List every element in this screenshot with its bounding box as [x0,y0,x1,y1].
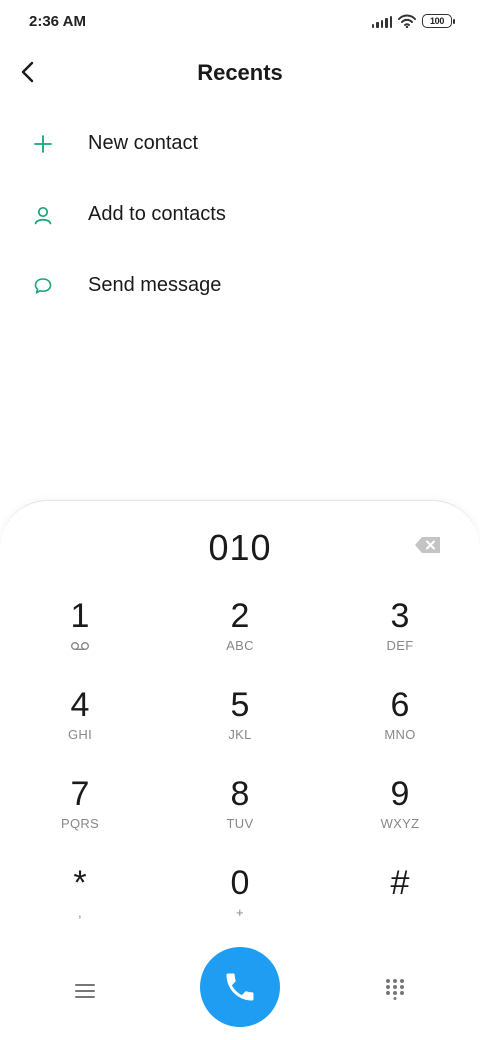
key-1[interactable]: 1 [20,597,140,677]
person-icon [32,204,54,226]
key-digit: # [390,864,410,902]
key-digit: * [73,864,87,902]
key-6[interactable]: 6 MNO [340,686,460,766]
key-hash[interactable]: # [340,864,460,944]
key-letters: JKL [228,727,252,742]
key-5[interactable]: 5 JKL [180,686,300,766]
signal-icon [371,15,392,28]
key-star[interactable]: * , [20,864,140,944]
key-letters: MNO [384,727,416,742]
key-digit: 0 [230,864,250,902]
action-label: Add to contacts [88,203,226,225]
add-to-contacts-action[interactable]: Add to contacts [0,179,480,250]
key-letters: + [236,905,244,920]
dialpad-icon [386,979,404,1000]
status-time: 2:36 AM [29,13,86,30]
key-3[interactable]: 3 DEF [340,597,460,677]
key-digit: 7 [70,775,90,813]
key-digit: 5 [230,686,250,724]
action-label: New contact [88,132,199,154]
key-digit: 1 [70,597,90,635]
key-letters: PQRS [60,816,100,831]
key-digit: 4 [70,686,90,724]
battery-level: 100 [429,16,445,26]
phone-icon [226,973,254,1001]
key-0[interactable]: 0 + [180,864,300,944]
key-letters: WXYZ [380,816,420,831]
key-letters: , [78,905,82,920]
key-2[interactable]: 2 ABC [180,597,300,677]
dialer-bottom-bar [0,946,480,1036]
key-4[interactable]: 4 GHI [20,686,140,766]
call-button[interactable] [200,947,280,1027]
page-title: Recents [197,60,283,85]
key-digit: 9 [390,775,410,813]
send-message-action[interactable]: Send message [0,250,480,321]
plus-icon [32,133,54,155]
status-bar: 2:36 AM 100 [0,0,480,44]
backspace-button[interactable] [414,535,442,555]
key-9[interactable]: 9 WXYZ [340,775,460,855]
key-8[interactable]: 8 TUV [180,775,300,855]
status-icons: 100 [371,13,455,29]
action-label: Send message [88,274,222,296]
voicemail-icon [71,642,89,650]
message-icon [32,275,54,297]
menu-button[interactable] [70,976,100,1006]
key-digit: 6 [390,686,410,724]
key-digit: 8 [230,775,250,813]
new-contact-action[interactable]: New contact [0,108,480,179]
battery-icon: 100 [422,14,455,28]
keypad-toggle-button[interactable] [380,974,410,1004]
key-letters: GHI [67,727,92,742]
key-letters: DEF [386,638,414,653]
backspace-icon [415,537,440,553]
menu-icon [75,984,95,998]
dialed-number: 010 [208,527,272,568]
key-digit: 3 [390,597,410,635]
dialer-panel: 010 1 2 ABC 3 DEF 4 GHI 5 JKL 6 MNO 7 PQ… [0,500,480,1040]
key-7[interactable]: 7 PQRS [20,775,140,855]
header: Recents [0,44,480,100]
action-list: New contact Add to contacts Send message [0,108,480,321]
wifi-icon [398,14,416,28]
key-letters: TUV [226,816,254,831]
key-letters: ABC [226,638,254,653]
key-digit: 2 [230,597,250,635]
